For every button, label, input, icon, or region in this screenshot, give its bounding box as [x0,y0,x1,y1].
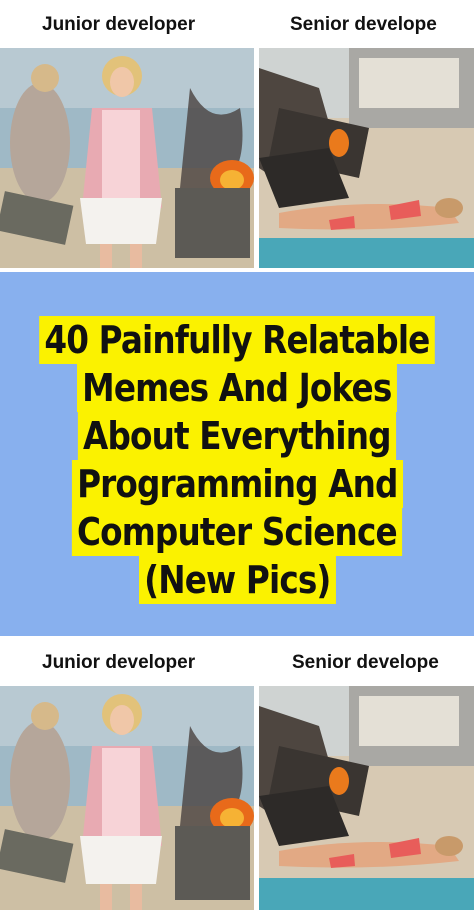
headline-line: (New Pics) [138,556,336,604]
senior-developer-caption: Senior develope [292,652,439,673]
junior-developer-caption: Junior developer [42,652,196,673]
junior-developer-photo [0,686,254,910]
headline-line: Programming And [71,460,403,508]
senior-developer-photo [259,48,474,268]
senior-developer-photo [259,686,474,910]
headline-line: Computer Science [71,508,403,556]
top-meme-panel: Junior developer Senior develope [0,0,474,270]
headline-line: Memes And Jokes [77,364,397,412]
junior-developer-photo [0,48,254,268]
headline-banner: 40 Painfully Relatable Memes And Jokes A… [0,272,474,636]
headline-line: 40 Painfully Relatable [39,316,435,364]
junior-developer-caption: Junior developer [42,14,196,35]
bottom-meme-panel: Junior developer Senior develope [0,640,474,910]
headline-line: About Everything [78,412,396,460]
headline: 40 Painfully Relatable Memes And Jokes A… [0,316,474,604]
senior-developer-caption: Senior develope [290,14,437,35]
